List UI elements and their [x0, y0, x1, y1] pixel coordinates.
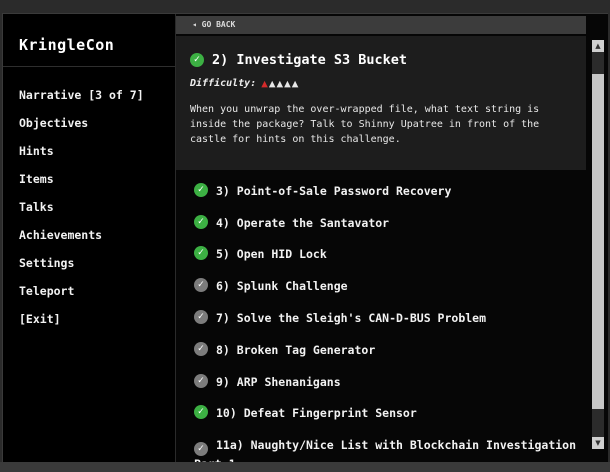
sidebar-item-narrative[interactable]: Narrative [3 of 7]: [19, 88, 144, 116]
check-circle-grey-icon: ✓: [194, 278, 208, 292]
objective-item[interactable]: ✓ 5) Open HID Lock: [194, 246, 579, 262]
objective-label: 5) Open HID Lock: [216, 247, 327, 261]
check-circle-grey-icon: ✓: [194, 342, 208, 356]
check-circle-icon: ✓: [194, 215, 208, 229]
objective-description: When you unwrap the over-wrapped file, w…: [190, 104, 540, 145]
sidebar: KringleCon Narrative [3 of 7] Objectives…: [3, 14, 175, 463]
check-circle-icon: ✓: [190, 53, 204, 67]
tree-icon: ▲: [291, 77, 299, 90]
scroll-down-arrow-icon[interactable]: ▼: [592, 437, 604, 449]
objective-item[interactable]: ✓ 3) Point-of-Sale Password Recovery: [194, 183, 579, 199]
objective-item[interactable]: ✓ 7) Solve the Sleigh's CAN-D-BUS Problem: [194, 310, 579, 326]
app-window: KringleCon Narrative [3 of 7] Objectives…: [2, 13, 608, 471]
objective-label: 3) Point-of-Sale Password Recovery: [216, 184, 452, 198]
scroll-up-arrow-icon[interactable]: ▲: [592, 40, 604, 52]
difficulty-row: Difficulty: ▲ ▲ ▲ ▲ ▲: [190, 78, 299, 89]
sidebar-item-talks[interactable]: Talks: [19, 200, 144, 228]
tree-icon: ▲: [276, 77, 284, 90]
objective-item[interactable]: ✓ 4) Operate the Santavator: [194, 215, 579, 231]
sidebar-item-objectives[interactable]: Objectives: [19, 116, 144, 144]
selected-objective-title-row: ✓ 2) Investigate S3 Bucket: [190, 52, 407, 68]
tree-icon: ▲: [284, 77, 291, 90]
objective-label: 10) Defeat Fingerprint Sensor: [216, 406, 417, 420]
objective-label: 6) Splunk Challenge: [216, 279, 348, 293]
objective-item[interactable]: ✓ 9) ARP Shenanigans: [194, 374, 579, 390]
check-circle-icon: ✓: [194, 183, 208, 197]
selected-objective-title: 2) Investigate S3 Bucket: [212, 52, 408, 68]
scrollbar-thumb[interactable]: [592, 74, 604, 409]
sidebar-item-exit[interactable]: [Exit]: [19, 312, 144, 340]
check-circle-icon: ✓: [194, 246, 208, 260]
check-circle-grey-icon: ✓: [194, 442, 208, 456]
brand-title: KringleCon: [19, 36, 115, 54]
sidebar-item-settings[interactable]: Settings: [19, 256, 144, 284]
selected-objective: ✓ 2) Investigate S3 Bucket Difficulty: ▲…: [176, 36, 586, 170]
objective-item[interactable]: ✓ 10) Defeat Fingerprint Sensor: [194, 405, 579, 421]
difficulty-label: Difficulty:: [190, 78, 257, 89]
sidebar-item-achievements[interactable]: Achievements: [19, 228, 144, 256]
objectives-panel: ◂ GO BACK ✓ 2) Investigate S3 Bucket Dif…: [175, 14, 608, 471]
objective-item[interactable]: ✓ 8) Broken Tag Generator: [194, 342, 579, 358]
tree-icon: ▲: [261, 77, 268, 90]
check-circle-grey-icon: ✓: [194, 310, 208, 324]
objective-label: 8) Broken Tag Generator: [216, 343, 376, 357]
divider: [3, 66, 175, 67]
bottom-bar: [0, 462, 610, 472]
objective-item[interactable]: ✓ 6) Splunk Challenge: [194, 278, 579, 294]
objective-label: 9) ARP Shenanigans: [216, 375, 341, 389]
objective-label: 7) Solve the Sleigh's CAN-D-BUS Problem: [216, 311, 487, 325]
check-circle-grey-icon: ✓: [194, 374, 208, 388]
sidebar-item-teleport[interactable]: Teleport: [19, 284, 144, 312]
sidebar-menu: Narrative [3 of 7] Objectives Hints Item…: [19, 88, 144, 340]
sidebar-item-items[interactable]: Items: [19, 172, 144, 200]
go-back-button[interactable]: ◂ GO BACK: [176, 16, 586, 34]
objective-label: 4) Operate the Santavator: [216, 216, 390, 230]
sidebar-item-hints[interactable]: Hints: [19, 144, 144, 172]
tree-icon: ▲: [268, 77, 276, 90]
difficulty-rating: ▲ ▲ ▲ ▲ ▲: [261, 78, 299, 89]
check-circle-icon: ✓: [194, 405, 208, 419]
